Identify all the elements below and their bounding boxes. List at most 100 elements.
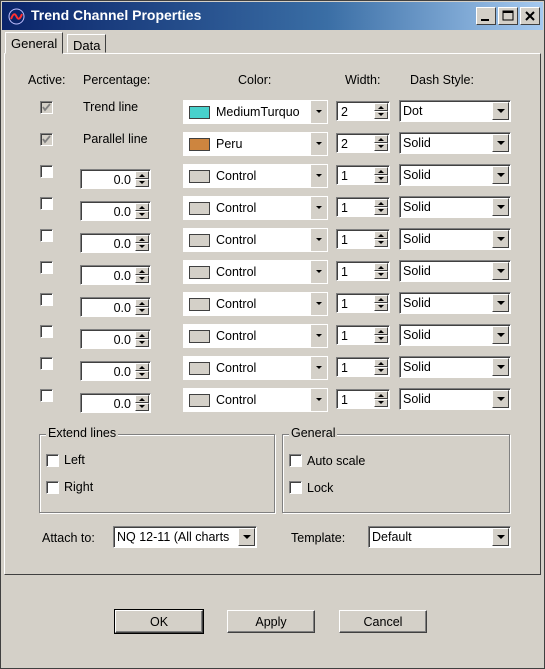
width-spin-up[interactable]: [374, 263, 388, 271]
percentage-spin-up[interactable]: [135, 363, 149, 371]
width-spin-buttons[interactable]: [374, 167, 388, 183]
percentage-spin-up[interactable]: [135, 395, 149, 403]
row-active-checkbox[interactable]: [40, 197, 53, 210]
row-color-select[interactable]: Control: [183, 388, 328, 412]
row-color-select[interactable]: Control: [183, 260, 328, 284]
row-percentage-spinner[interactable]: 0.0: [80, 361, 151, 381]
row-dash-style-select[interactable]: Solid: [399, 164, 511, 186]
percentage-spin-buttons[interactable]: [135, 331, 149, 347]
row-dash-style-dropdown-button[interactable]: [492, 134, 509, 152]
percentage-spin-buttons[interactable]: [135, 363, 149, 379]
row-active-checkbox[interactable]: [40, 101, 53, 114]
percentage-spin-down[interactable]: [135, 179, 149, 187]
title-bar[interactable]: Trend Channel Properties: [2, 2, 543, 30]
percentage-spin-buttons[interactable]: [135, 203, 149, 219]
row-active-checkbox[interactable]: [40, 357, 53, 370]
row-active-checkbox[interactable]: [40, 293, 53, 306]
row-color-dropdown-button[interactable]: [311, 325, 327, 347]
row-width-spinner[interactable]: 2: [336, 133, 390, 153]
row-dash-style-select[interactable]: Dot: [399, 100, 511, 122]
width-spin-up[interactable]: [374, 327, 388, 335]
percentage-spin-up[interactable]: [135, 235, 149, 243]
width-spin-up[interactable]: [374, 103, 388, 111]
percentage-spin-buttons[interactable]: [135, 267, 149, 283]
width-spin-down[interactable]: [374, 367, 388, 375]
width-spin-up[interactable]: [374, 295, 388, 303]
row-dash-style-select[interactable]: Solid: [399, 356, 511, 378]
row-color-select[interactable]: Control: [183, 164, 328, 188]
width-spin-up[interactable]: [374, 359, 388, 367]
width-spin-down[interactable]: [374, 271, 388, 279]
row-width-spinner[interactable]: 1: [336, 229, 390, 249]
row-color-dropdown-button[interactable]: [311, 357, 327, 379]
close-button[interactable]: [520, 7, 540, 25]
row-percentage-spinner[interactable]: 0.0: [80, 393, 151, 413]
width-spin-buttons[interactable]: [374, 327, 388, 343]
row-width-spinner[interactable]: 1: [336, 325, 390, 345]
row-percentage-spinner[interactable]: 0.0: [80, 201, 151, 221]
width-spin-buttons[interactable]: [374, 199, 388, 215]
row-dash-style-dropdown-button[interactable]: [492, 166, 509, 184]
row-dash-style-dropdown-button[interactable]: [492, 358, 509, 376]
width-spin-buttons[interactable]: [374, 391, 388, 407]
percentage-spin-down[interactable]: [135, 371, 149, 379]
row-color-select[interactable]: Control: [183, 356, 328, 380]
row-color-select[interactable]: Control: [183, 324, 328, 348]
row-color-select[interactable]: Control: [183, 228, 328, 252]
row-dash-style-dropdown-button[interactable]: [492, 390, 509, 408]
attach-to-dropdown-button[interactable]: [238, 528, 255, 546]
row-color-select[interactable]: Peru: [183, 132, 328, 156]
row-color-dropdown-button[interactable]: [311, 133, 327, 155]
row-dash-style-dropdown-button[interactable]: [492, 198, 509, 216]
width-spin-up[interactable]: [374, 231, 388, 239]
row-active-checkbox[interactable]: [40, 165, 53, 178]
row-active-checkbox[interactable]: [40, 229, 53, 242]
row-dash-style-select[interactable]: Solid: [399, 260, 511, 282]
width-spin-buttons[interactable]: [374, 359, 388, 375]
row-dash-style-select[interactable]: Solid: [399, 292, 511, 314]
apply-button[interactable]: Apply: [227, 610, 315, 633]
row-percentage-spinner[interactable]: 0.0: [80, 265, 151, 285]
row-width-spinner[interactable]: 2: [336, 101, 390, 121]
row-dash-style-dropdown-button[interactable]: [492, 262, 509, 280]
width-spin-down[interactable]: [374, 207, 388, 215]
width-spin-buttons[interactable]: [374, 231, 388, 247]
row-width-spinner[interactable]: 1: [336, 389, 390, 409]
row-active-checkbox[interactable]: [40, 133, 53, 146]
cancel-button[interactable]: Cancel: [339, 610, 427, 633]
width-spin-down[interactable]: [374, 143, 388, 151]
extend-right-checkbox[interactable]: [46, 481, 59, 494]
tab-data[interactable]: Data: [67, 34, 107, 53]
width-spin-up[interactable]: [374, 167, 388, 175]
percentage-spin-up[interactable]: [135, 203, 149, 211]
percentage-spin-buttons[interactable]: [135, 395, 149, 411]
percentage-spin-down[interactable]: [135, 307, 149, 315]
percentage-spin-buttons[interactable]: [135, 235, 149, 251]
ok-button[interactable]: OK: [114, 609, 204, 634]
width-spin-down[interactable]: [374, 175, 388, 183]
row-dash-style-dropdown-button[interactable]: [492, 326, 509, 344]
width-spin-buttons[interactable]: [374, 295, 388, 311]
width-spin-up[interactable]: [374, 391, 388, 399]
row-color-dropdown-button[interactable]: [311, 197, 327, 219]
attach-to-select[interactable]: NQ 12-11 (All charts: [113, 526, 257, 548]
row-active-checkbox[interactable]: [40, 389, 53, 402]
row-percentage-spinner[interactable]: 0.0: [80, 233, 151, 253]
percentage-spin-up[interactable]: [135, 299, 149, 307]
lock-checkbox[interactable]: [289, 481, 302, 494]
row-active-checkbox[interactable]: [40, 325, 53, 338]
width-spin-down[interactable]: [374, 111, 388, 119]
row-percentage-spinner[interactable]: 0.0: [80, 297, 151, 317]
width-spin-down[interactable]: [374, 303, 388, 311]
row-width-spinner[interactable]: 1: [336, 197, 390, 217]
row-color-select[interactable]: Control: [183, 292, 328, 316]
percentage-spin-up[interactable]: [135, 331, 149, 339]
width-spin-down[interactable]: [374, 399, 388, 407]
row-color-dropdown-button[interactable]: [311, 101, 327, 123]
percentage-spin-down[interactable]: [135, 211, 149, 219]
row-color-select[interactable]: MediumTurquo: [183, 100, 328, 124]
width-spin-down[interactable]: [374, 335, 388, 343]
row-active-checkbox[interactable]: [40, 261, 53, 274]
row-color-dropdown-button[interactable]: [311, 229, 327, 251]
row-dash-style-dropdown-button[interactable]: [492, 102, 509, 120]
